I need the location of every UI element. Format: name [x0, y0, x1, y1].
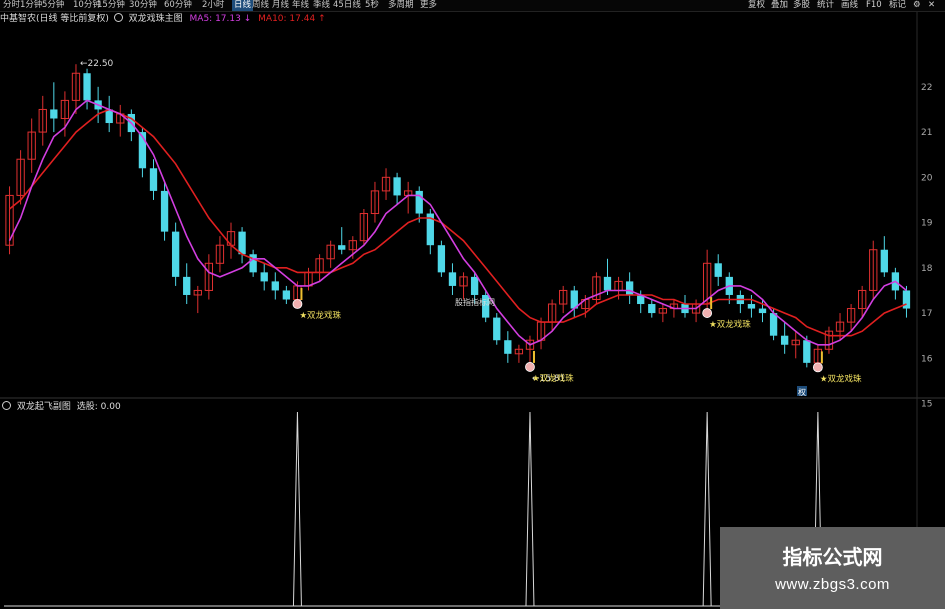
candle-body [171, 231, 180, 277]
signal-marker [812, 362, 823, 373]
price-axis-label: 15 [921, 400, 932, 410]
high-price-label: ←22.50 [80, 59, 114, 69]
candle-body [393, 177, 401, 196]
indicator-spike [525, 411, 535, 607]
candle-body [880, 249, 888, 273]
candle-body [50, 109, 58, 119]
candle-body [437, 245, 446, 273]
candle-body [758, 308, 767, 314]
indicator-spike [292, 411, 302, 607]
candle-body [493, 317, 501, 341]
candle-body [504, 340, 512, 354]
signal-marker [292, 299, 303, 309]
price-axis-label: 19 [921, 219, 933, 229]
candle-body [238, 231, 246, 255]
candle-body [769, 313, 778, 336]
candle-body [160, 190, 169, 232]
candle-body [747, 304, 756, 309]
rights-marker: 权 [798, 387, 806, 397]
candle-body [603, 276, 612, 291]
signal-marker [525, 362, 535, 372]
candle-body [803, 340, 811, 363]
indicator-spike [702, 411, 712, 607]
signal-marker [702, 308, 713, 318]
signal-label: ★双龙戏珠 [820, 373, 862, 384]
candle-body [781, 335, 789, 345]
candle-body [149, 168, 158, 191]
price-axis-label: 21 [921, 128, 932, 138]
price-axis-label: 20 [921, 173, 933, 183]
watermark-title: 指标公式网 [782, 545, 883, 569]
price-axis-label: 18 [921, 264, 933, 274]
chart-watermark-label: 股指指标网 [455, 297, 495, 307]
candle-body [260, 272, 268, 282]
candle-body [83, 73, 91, 101]
candle-body [448, 272, 457, 286]
candle-body [282, 290, 291, 300]
candle-body [338, 245, 346, 250]
candle-body [625, 281, 634, 295]
price-axis-label: 22 [921, 83, 932, 93]
site-watermark: 指标公式网 www.zbgs3.com [720, 527, 945, 609]
candle-body [415, 190, 423, 214]
signal-label: ★双龙戏珠 [709, 319, 751, 330]
candle-body [105, 109, 113, 124]
signal-label: ★双龙戏珠 [532, 373, 574, 384]
watermark-url: www.zbgs3.com [775, 576, 890, 593]
candle-body [183, 276, 191, 295]
candle-body [271, 281, 279, 291]
chart-canvas[interactable]: 2221201918171615←22.50←15.81股指指标网权★双龙戏珠★… [0, 0, 945, 609]
price-axis-label: 17 [921, 309, 932, 319]
signal-label: ★双龙戏珠 [299, 310, 341, 321]
candle-body [470, 276, 479, 295]
candle-body [714, 263, 722, 277]
candle-body [648, 304, 656, 314]
price-axis-label: 16 [921, 354, 933, 364]
